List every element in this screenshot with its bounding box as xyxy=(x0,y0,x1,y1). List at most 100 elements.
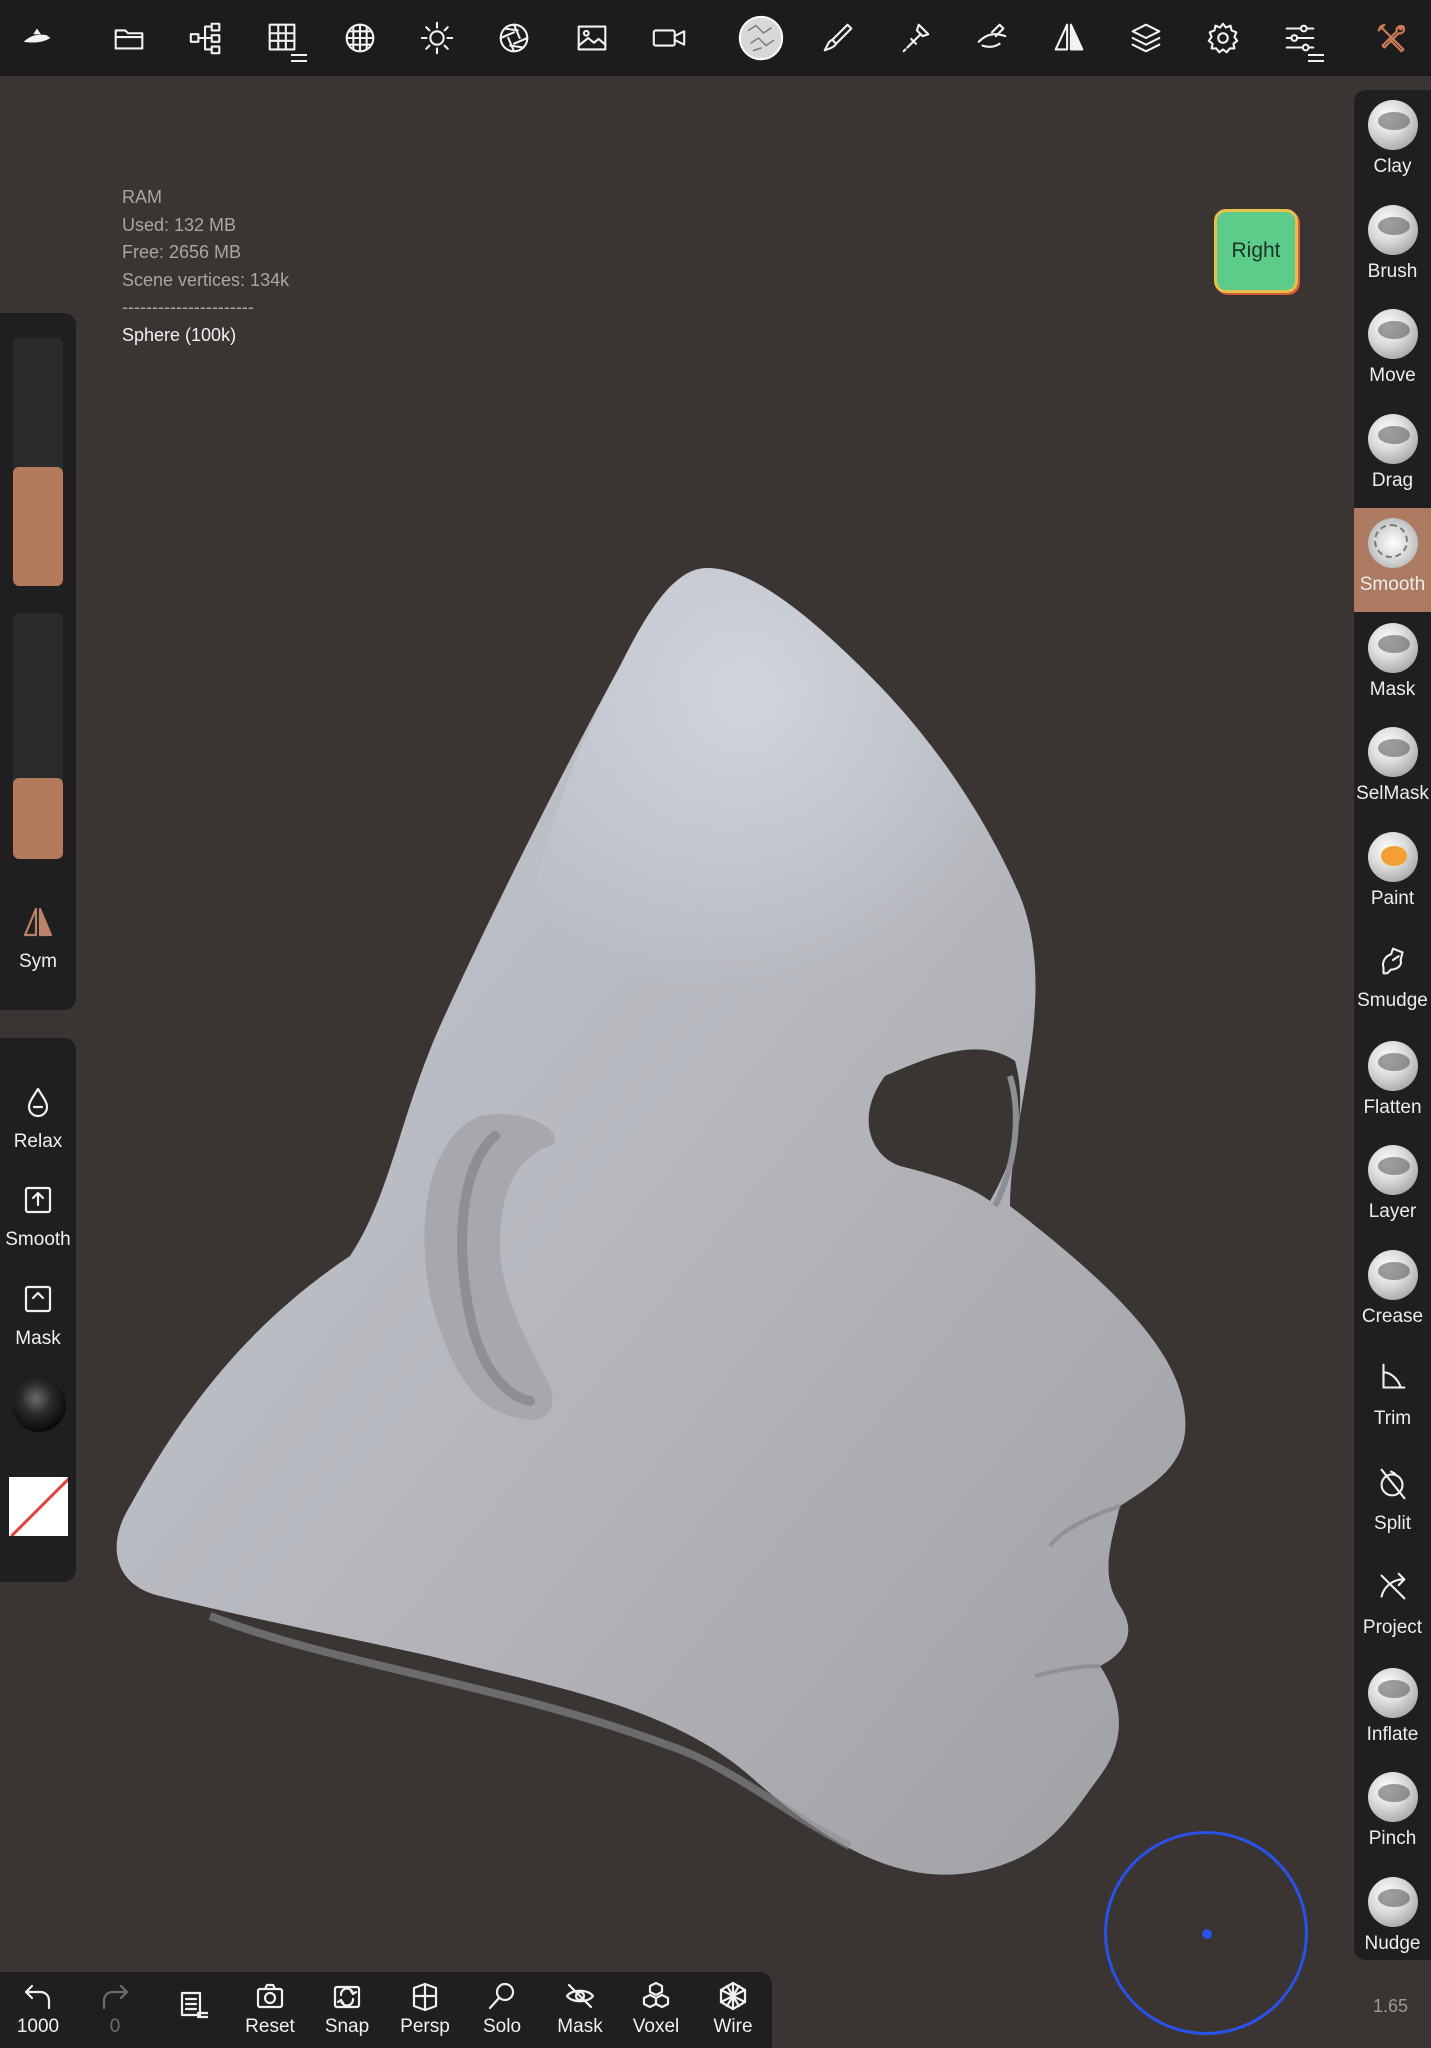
undo-count: 1000 xyxy=(16,2016,60,2037)
sliders-icon[interactable] xyxy=(1270,8,1330,68)
tool-smooth[interactable]: Smooth xyxy=(1354,508,1431,612)
ram-label: RAM xyxy=(122,187,162,207)
camera-icon[interactable] xyxy=(639,8,699,68)
tool-crease[interactable]: Crease xyxy=(1354,1240,1431,1344)
layers-icon[interactable] xyxy=(1116,8,1176,68)
settings-icon[interactable] xyxy=(1193,8,1253,68)
snap-label: Snap xyxy=(324,2016,370,2037)
tool-layer[interactable]: Layer xyxy=(1354,1135,1431,1239)
tool-label: Smudge xyxy=(1357,990,1428,1011)
project-icon xyxy=(1374,1567,1412,1607)
tool-mask[interactable]: Mask xyxy=(1354,613,1431,717)
perspective-icon xyxy=(412,1982,438,2012)
tool-nudge[interactable]: Nudge xyxy=(1354,1867,1431,1971)
ram-free: Free: 2656 MB xyxy=(122,242,242,262)
tool-smudge[interactable]: Smudge xyxy=(1354,926,1431,1030)
scene-tree-icon[interactable] xyxy=(176,8,236,68)
smooth-action-button[interactable]: Smooth xyxy=(0,1183,76,1251)
nudge-brush-icon xyxy=(1367,1876,1418,1927)
light-icon[interactable] xyxy=(407,8,467,68)
tool-selmask[interactable]: SelMask xyxy=(1354,717,1431,821)
mask-visibility-button[interactable]: Mask xyxy=(543,1980,617,2038)
tool-clay[interactable]: Clay xyxy=(1354,90,1431,194)
stroke-icon[interactable] xyxy=(885,8,945,68)
brush-alpha-icon[interactable] xyxy=(731,8,791,68)
brush-brush-icon xyxy=(1367,204,1418,255)
undo-button[interactable]: 1000 xyxy=(1,1980,75,2038)
relax-button[interactable]: Relax xyxy=(0,1085,76,1153)
eye-off-icon xyxy=(565,1983,595,2009)
tool-label: Inflate xyxy=(1366,1723,1419,1745)
paint-brush-icon xyxy=(1367,831,1418,882)
3d-viewport[interactable]: RAM Used: 132 MB Free: 2656 MB Scene ver… xyxy=(0,76,1354,1972)
radius-slider-fill xyxy=(13,466,63,586)
smooth-brush-icon xyxy=(1367,518,1418,568)
mask-label: Mask xyxy=(15,1328,61,1349)
reset-button[interactable]: Reset xyxy=(233,1980,307,2038)
tool-label: Trim xyxy=(1373,1408,1412,1429)
intensity-slider-fill xyxy=(13,777,63,859)
smudge-icon xyxy=(1374,940,1412,980)
app-logo-icon[interactable] xyxy=(7,8,67,68)
mesh-name[interactable]: Sphere (100k) xyxy=(122,322,289,350)
tool-pinch[interactable]: Pinch xyxy=(1354,1762,1431,1866)
move-brush-icon xyxy=(1367,309,1418,359)
wire-button[interactable]: Wire xyxy=(696,1980,770,2038)
topology-grid-icon[interactable] xyxy=(253,8,313,68)
zoom-readout: 1.65 xyxy=(1373,1996,1409,2016)
inflate-brush-icon xyxy=(1367,1667,1418,1718)
aperture-icon[interactable] xyxy=(484,8,544,68)
persp-button[interactable]: Persp xyxy=(388,1980,462,2038)
folder-icon[interactable] xyxy=(99,8,159,68)
tool-label: SelMask xyxy=(1356,783,1429,804)
history-button[interactable] xyxy=(155,1988,229,2024)
voxel-icon xyxy=(642,1981,670,2009)
tool-move[interactable]: Move xyxy=(1354,299,1431,403)
radius-slider[interactable] xyxy=(13,338,63,586)
flatten-brush-icon xyxy=(1367,1040,1418,1091)
tool-label: Clay xyxy=(1373,156,1412,177)
view-cube[interactable]: Right xyxy=(1214,209,1298,293)
tools-icon[interactable] xyxy=(1362,8,1422,68)
tool-inflate[interactable]: Inflate xyxy=(1354,1658,1431,1762)
tool-label: Pinch xyxy=(1368,1828,1417,1849)
reset-camera-icon xyxy=(256,1983,284,2009)
voxel-label: Voxel xyxy=(632,2016,680,2037)
tool-drag[interactable]: Drag xyxy=(1354,404,1431,508)
solo-button[interactable]: Solo xyxy=(465,1980,539,2038)
wire-label: Wire xyxy=(713,2016,753,2037)
drag-brush-icon xyxy=(1367,413,1418,464)
sym-button[interactable]: Sym xyxy=(0,905,76,973)
tool-brush[interactable]: Brush xyxy=(1354,195,1431,299)
intensity-slider[interactable] xyxy=(13,613,63,859)
tool-paint[interactable]: Paint xyxy=(1354,822,1431,926)
snap-button[interactable]: Snap xyxy=(310,1980,384,2038)
voxel-button[interactable]: Voxel xyxy=(619,1980,693,2038)
tool-label: Nudge xyxy=(1364,1932,1421,1954)
undo-icon xyxy=(24,1984,51,2010)
drop-icon xyxy=(27,1087,49,1118)
tool-trim[interactable]: Trim xyxy=(1354,1344,1431,1448)
sym-label: Sym xyxy=(19,951,57,972)
curve-icon[interactable] xyxy=(962,8,1022,68)
app-window: RAM Used: 132 MB Free: 2656 MB Scene ver… xyxy=(0,0,1431,2048)
tool-split[interactable]: Split xyxy=(1354,1449,1431,1553)
solo-label: Solo xyxy=(482,2016,522,2037)
paint-brush-icon[interactable] xyxy=(808,8,868,68)
joystick-center[interactable] xyxy=(1202,1929,1212,1939)
matcap-ball[interactable] xyxy=(12,1378,66,1432)
color-swatch[interactable] xyxy=(9,1477,68,1536)
tool-project[interactable]: Project xyxy=(1354,1553,1431,1657)
trim-icon xyxy=(1374,1358,1412,1398)
sculpt-model[interactable] xyxy=(110,556,1210,1906)
tool-flatten[interactable]: Flatten xyxy=(1354,1031,1431,1135)
tool-label: Project xyxy=(1362,1617,1423,1638)
symmetry-icon[interactable] xyxy=(1039,8,1099,68)
tool-label: Mask xyxy=(1369,678,1416,700)
redo-button[interactable]: 0 xyxy=(78,1980,152,2038)
tool-label: Move xyxy=(1369,365,1416,386)
image-icon[interactable] xyxy=(562,8,622,68)
mask-action-button[interactable]: Mask xyxy=(0,1282,76,1350)
navigation-joystick[interactable] xyxy=(1104,1831,1308,2035)
multires-icon[interactable] xyxy=(330,8,390,68)
